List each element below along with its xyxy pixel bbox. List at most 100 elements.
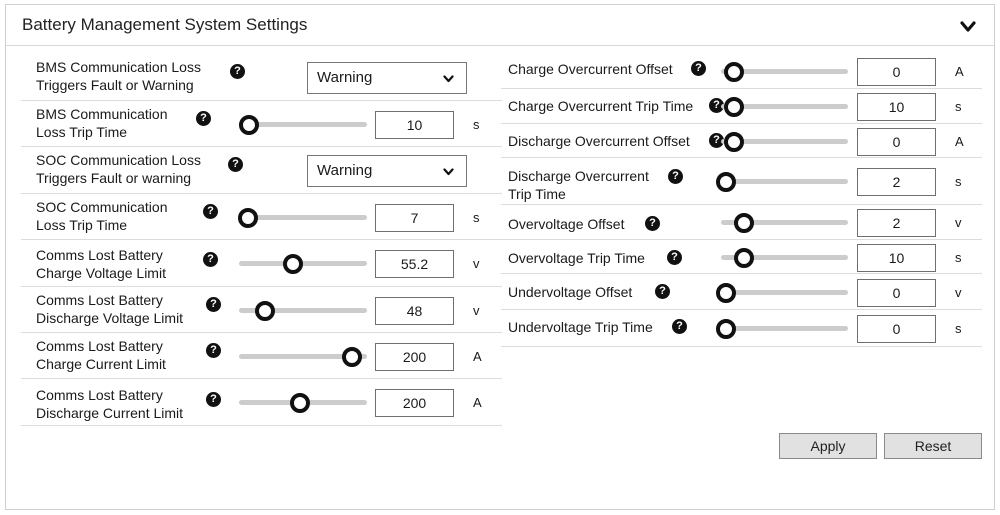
setting-label-line1: Discharge Overcurrent: [508, 168, 649, 184]
help-icon[interactable]: ?: [206, 297, 221, 312]
help-icon[interactable]: ?: [645, 216, 660, 231]
value-input[interactable]: 0: [857, 57, 936, 86]
select-value: Warning: [317, 162, 373, 179]
value-input[interactable]: 48: [375, 296, 454, 325]
help-icon[interactable]: ?: [672, 319, 687, 334]
setting-label: SOC Communication Loss Trip Time: [36, 198, 168, 234]
setting-label-line1: Overvoltage Trip Time: [508, 250, 645, 266]
setting-label-line1: Comms Lost Battery: [36, 247, 163, 263]
panel-header[interactable]: Battery Management System Settings: [6, 5, 994, 46]
fault-warning-select[interactable]: Warning: [307, 61, 467, 94]
help-icon[interactable]: ?: [196, 111, 211, 126]
value-input[interactable]: 10: [857, 243, 936, 272]
slider-handle[interactable]: [716, 282, 737, 303]
setting-label-line1: Overvoltage Offset: [508, 216, 625, 232]
slider-handle[interactable]: [723, 61, 744, 82]
unit-label: s: [473, 116, 480, 132]
setting-label-line1: Charge Overcurrent Offset: [508, 61, 673, 77]
setting-label: Comms Lost Battery Charge Voltage Limit: [36, 246, 166, 282]
slider-handle[interactable]: [282, 254, 303, 274]
setting-label-line2: Discharge Current Limit: [36, 405, 184, 421]
setting-label-line1: Charge Overcurrent Trip Time: [508, 98, 694, 114]
unit-label: A: [955, 133, 964, 149]
chevron-down-icon[interactable]: [960, 21, 976, 33]
help-icon[interactable]: ?: [203, 204, 218, 219]
help-icon[interactable]: ?: [228, 157, 243, 172]
unit-label: v: [473, 256, 480, 271]
setting-label: Discharge Overcurrent Offset: [508, 132, 690, 150]
setting-label: Discharge Overcurrent Trip Time: [508, 167, 649, 203]
setting-label-line1: BMS Communication Loss: [36, 59, 201, 75]
slider-handle[interactable]: [341, 346, 362, 367]
slider-track[interactable]: [239, 214, 367, 220]
value-input[interactable]: 7: [375, 203, 454, 232]
unit-label: s: [955, 321, 962, 336]
fault-warning-select[interactable]: Warning: [307, 155, 467, 187]
slider-handle[interactable]: [716, 172, 737, 192]
help-icon[interactable]: ?: [206, 343, 221, 358]
unit-label: A: [473, 348, 482, 364]
setting-label-line2: Trip Time: [508, 186, 566, 202]
reset-button[interactable]: Reset: [884, 433, 982, 459]
help-icon[interactable]: ?: [668, 169, 683, 184]
help-icon[interactable]: ?: [667, 250, 682, 265]
slider-track[interactable]: [721, 326, 848, 331]
value-input[interactable]: 10: [857, 93, 936, 121]
slider-handle[interactable]: [733, 247, 754, 268]
setting-label: Undervoltage Offset: [508, 283, 632, 301]
slider-handle[interactable]: [239, 114, 260, 135]
setting-label-line1: Discharge Overcurrent Offset: [508, 133, 690, 149]
help-icon[interactable]: ?: [655, 284, 670, 299]
unit-label: v: [473, 302, 480, 318]
slider-handle[interactable]: [254, 300, 275, 321]
setting-label-line1: Comms Lost Battery: [36, 338, 163, 354]
page-title: Battery Management System Settings: [22, 15, 308, 34]
setting-label: BMS Communication Loss Trip Time: [36, 105, 168, 141]
setting-label: Comms Lost Battery Discharge Voltage Limi…: [36, 291, 183, 327]
slider-handle[interactable]: [723, 131, 744, 152]
unit-label: v: [955, 215, 962, 230]
unit-label: s: [955, 174, 962, 189]
settings-panel: Battery Management System Settings BMS C…: [5, 4, 995, 510]
value-input[interactable]: 2: [857, 168, 936, 196]
value-input[interactable]: 200: [375, 342, 454, 371]
value-input[interactable]: 10: [375, 110, 454, 139]
help-icon[interactable]: ?: [691, 61, 706, 76]
help-icon[interactable]: ?: [230, 64, 245, 79]
setting-label-line2: Loss Trip Time: [36, 124, 128, 140]
setting-label-line1: Comms Lost Battery: [36, 387, 163, 403]
setting-label-line1: Undervoltage Offset: [508, 284, 633, 300]
slider-handle[interactable]: [237, 207, 258, 228]
setting-label-line2: Charge Current Limit: [36, 356, 166, 372]
value-input[interactable]: 55.2: [375, 250, 454, 278]
setting-label-line1: Comms Lost Battery: [36, 292, 163, 308]
value-input[interactable]: 200: [375, 389, 454, 417]
help-icon[interactable]: ?: [206, 392, 221, 407]
slider-handle[interactable]: [723, 97, 744, 117]
value-input[interactable]: 2: [857, 209, 936, 237]
slider-track[interactable]: [721, 289, 848, 295]
setting-label: BMS Communication Loss Triggers Fault or …: [36, 58, 201, 94]
setting-label: Comms Lost Battery Discharge Current Limi…: [36, 386, 183, 422]
value-input[interactable]: 0: [857, 315, 936, 343]
select-value: Warning: [317, 68, 373, 86]
setting-label: Overvoltage Offset: [508, 215, 624, 233]
unit-label: A: [473, 395, 482, 410]
setting-label-line2: Triggers Fault or warning: [36, 170, 192, 186]
setting-label-line1: SOC Communication: [36, 199, 168, 215]
slider-track[interactable]: [721, 179, 848, 184]
chevron-down-icon: [443, 74, 454, 82]
slider-handle[interactable]: [733, 213, 754, 233]
help-icon[interactable]: ?: [203, 252, 218, 267]
unit-label: A: [955, 63, 964, 79]
chevron-down-icon: [443, 168, 454, 176]
setting-label: Comms Lost Battery Charge Current Limit: [36, 337, 166, 373]
slider-handle[interactable]: [716, 319, 737, 339]
setting-label-line1: SOC Communication Loss: [36, 152, 201, 168]
slider-track[interactable]: [239, 261, 367, 266]
value-input[interactable]: 0: [857, 127, 936, 156]
setting-label: Charge Overcurrent Offset: [508, 60, 673, 78]
value-input[interactable]: 0: [857, 278, 936, 307]
apply-button[interactable]: Apply: [779, 433, 877, 459]
setting-label-line1: BMS Communication: [36, 106, 168, 122]
